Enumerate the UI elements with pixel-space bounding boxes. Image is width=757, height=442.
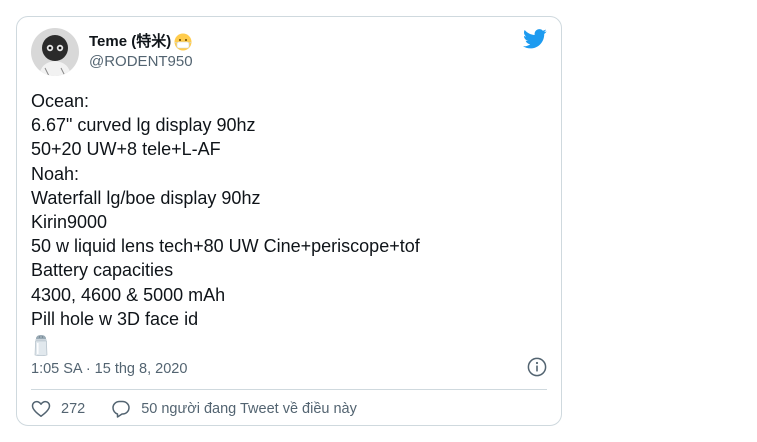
speech-bubble-icon	[112, 400, 130, 418]
tweet-timestamp[interactable]: 1:05 SA · 15 thg 8, 2020	[31, 359, 187, 379]
heart-outline-icon	[31, 400, 51, 417]
divider	[31, 389, 547, 390]
tweet-line: 50+20 UW+8 tele+L-AF	[31, 139, 221, 160]
salt-shaker-icon	[34, 335, 48, 357]
like-button[interactable]: 272	[31, 399, 85, 419]
info-circle-icon[interactable]	[527, 357, 547, 377]
reply-button[interactable]: 50 người đang Tweet về điều này	[111, 399, 357, 419]
tweet-line: Ocean:	[31, 91, 90, 111]
author-handle[interactable]: @RODENT950	[89, 52, 193, 72]
author-names: Teme (特米) @RODENT950	[89, 32, 193, 72]
tweet-line: 6.67" curved lg display 90hz	[31, 115, 256, 136]
tweet-header: Teme (特米) @RODENT950	[31, 27, 193, 77]
tweet-actions: 272 50 người đang Tweet về điều này	[31, 399, 357, 419]
author-display-name[interactable]: Teme (特米)	[89, 32, 193, 52]
face-with-medical-mask-icon	[174, 33, 192, 51]
tweet-text: Ocean: 6.67" curved lg display 90hz 50+2…	[31, 89, 420, 357]
tweet-line: 50 w liquid lens tech+80 UW Cine+perisco…	[31, 236, 420, 257]
tweet-line: Battery capacities	[31, 260, 174, 281]
like-count: 272	[61, 401, 86, 417]
tweet-card[interactable]: Teme (特米) @RODENT950 Ocean: 6.67" curved…	[16, 16, 562, 426]
tweet-line: Kirin9000	[31, 212, 108, 233]
tweet-line: 4300, 4600 & 5000 mAh	[31, 284, 226, 305]
author-display-name-text: Teme (特米)	[89, 33, 172, 50]
twitter-bird-icon[interactable]	[523, 29, 547, 49]
reply-text: 50 người đang Tweet về điều này	[141, 401, 357, 417]
tweet-line: Waterfall lg/boe display 90hz	[31, 187, 261, 208]
tweet-line: Pill hole w 3D face id	[31, 308, 199, 329]
author-avatar[interactable]	[31, 28, 79, 76]
tweet-line: Noah:	[31, 163, 80, 184]
